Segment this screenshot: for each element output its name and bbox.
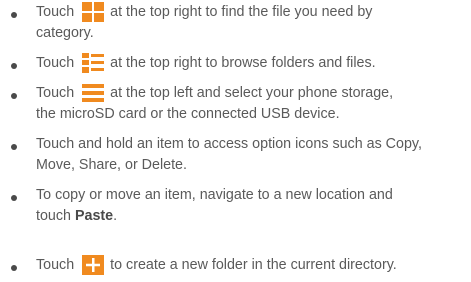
bullet-dot xyxy=(11,144,17,150)
item-text-touch: Touch xyxy=(36,257,75,273)
bullet-dot xyxy=(11,93,17,99)
item-text: to create a new folder in the current di… xyxy=(110,257,397,273)
item-text-touch: Touch xyxy=(36,55,75,71)
item-text: at the top left and select your phone st… xyxy=(110,85,394,101)
item-text: Touch and hold an item to access option … xyxy=(36,136,422,152)
item-text-touch: Touch xyxy=(36,85,75,101)
bullet-dot xyxy=(11,265,17,271)
item-text-continued: the microSD card or the connected USB de… xyxy=(36,106,340,122)
item-text: at the top right to find the file you ne… xyxy=(110,4,373,20)
item-text: To copy or move an item, navigate to a n… xyxy=(36,187,393,203)
bullet-dot xyxy=(11,195,17,201)
item-text-continued: Move, Share, or Delete. xyxy=(36,157,187,173)
item-text-touch: Touch xyxy=(36,4,75,20)
item-text-continued: touch xyxy=(36,208,75,224)
bullet-dot xyxy=(11,63,17,69)
bullet-dot xyxy=(11,12,17,18)
item-text-continued: category. xyxy=(36,25,94,41)
add-folder-icon xyxy=(82,255,105,275)
menu-icon xyxy=(82,83,105,103)
grid-category-icon xyxy=(82,2,105,22)
item-text: at the top right to browse folders and f… xyxy=(110,55,376,71)
item-text-period: . xyxy=(113,208,118,224)
list-folders-icon xyxy=(82,53,105,73)
paste-keyword: Paste xyxy=(74,208,114,224)
